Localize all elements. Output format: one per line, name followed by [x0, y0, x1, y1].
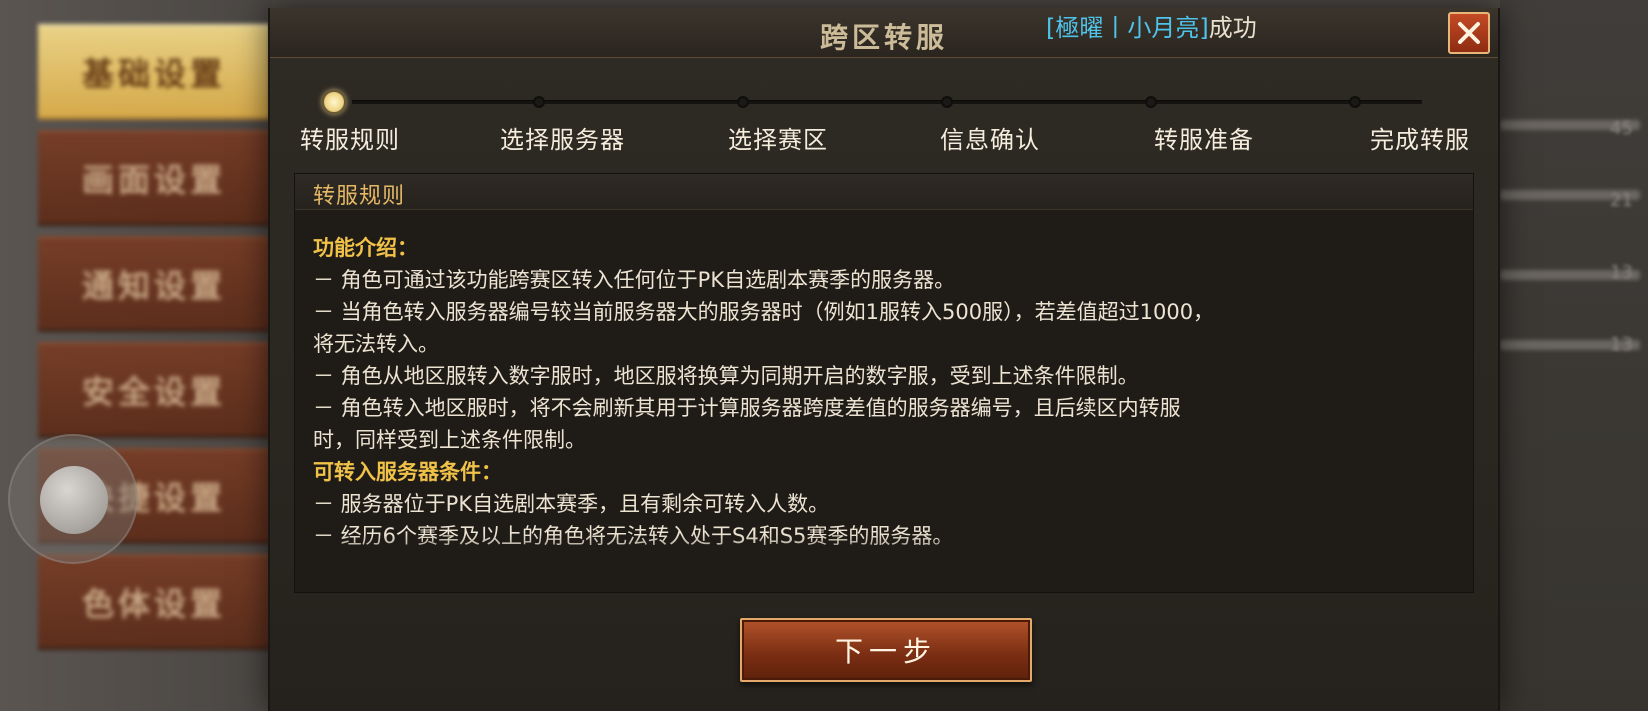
rule-line: － 服务器位于PK自选剧本赛季，且有剩余可转入人数。	[313, 492, 830, 516]
rule-line: － 角色转入地区服时，将不会刷新其用于计算服务器跨度差值的服务器编号，且后续区内…	[313, 396, 1181, 420]
step-dot	[737, 96, 749, 108]
next-step-button[interactable]: 下一步	[740, 618, 1032, 682]
step-label-select-region: 选择赛区	[728, 126, 828, 154]
background-number: 13	[1610, 262, 1633, 283]
settings-sidebar-background: 基础设置 画面设置 通知设置 安全设置 快捷设置 色体设置	[0, 0, 272, 711]
dialog-header: 跨区转服 [極曜丨小月亮]成功	[270, 8, 1498, 58]
rules-panel-title: 转服规则	[313, 184, 406, 209]
step-dot	[1145, 96, 1157, 108]
dialog-title: 跨区转服	[819, 21, 948, 54]
step-label-transfer-rules: 转服规则	[300, 126, 400, 154]
rule-line: － 角色可通过该功能跨赛区转入任何位于PK自选剧本赛季的服务器。	[313, 268, 956, 292]
step-dot	[1349, 96, 1361, 108]
rules-panel-header: 转服规则	[295, 174, 1473, 210]
step-label-confirm-info: 信息确认	[940, 126, 1040, 154]
step-dot	[533, 96, 545, 108]
step-dot-active	[322, 90, 346, 114]
sidebar-item-display-settings[interactable]: 画面设置	[38, 130, 270, 226]
rule-line: － 角色从地区服转入数字服时，地区服将换算为同期开启的数字服，受到上述条件限制。	[313, 364, 1139, 388]
sidebar-item-basic-settings[interactable]: 基础设置	[38, 24, 270, 120]
rule-line: 将无法转入。	[313, 332, 439, 356]
step-label-transfer-prepare: 转服准备	[1154, 126, 1254, 154]
step-dot	[941, 96, 953, 108]
background-number: 21	[1610, 190, 1633, 211]
joystick-knob[interactable]	[40, 466, 108, 534]
rule-line: 时，同样受到上述条件限制。	[313, 428, 586, 452]
background-right-panel	[1500, 0, 1648, 711]
section-title-transfer-conditions: 可转入服务器条件：	[313, 460, 502, 484]
sidebar-item-notification-settings[interactable]: 通知设置	[38, 236, 270, 332]
notification-message: 成功	[1208, 14, 1257, 42]
notification-player-name: [極曜丨小月亮]	[1046, 14, 1209, 42]
scroll-fade	[295, 534, 1473, 570]
sidebar-item-security-settings[interactable]: 安全设置	[38, 342, 270, 438]
game-screen: 基础设置 画面设置 通知设置 安全设置 快捷设置 色体设置 45 21 13 1…	[0, 0, 1648, 711]
close-icon	[1458, 22, 1480, 44]
server-transfer-dialog: 跨区转服 [極曜丨小月亮]成功 转服规则 选择服务器 选择赛区 信息确认 转服准…	[268, 8, 1500, 711]
rules-text: 功能介绍： － 角色可通过该功能跨赛区转入任何位于PK自选剧本赛季的服务器。 －…	[313, 232, 1463, 572]
sidebar-item-color-settings[interactable]: 色体设置	[38, 554, 270, 650]
section-title-feature-intro: 功能介绍：	[313, 236, 418, 260]
step-label-transfer-complete: 完成转服	[1370, 126, 1470, 154]
background-number: 13	[1610, 334, 1633, 355]
step-label-select-server: 选择服务器	[500, 126, 625, 154]
rules-panel[interactable]: 转服规则 功能介绍： － 角色可通过该功能跨赛区转入任何位于PK自选剧本赛季的服…	[294, 173, 1474, 593]
rule-line: － 当角色转入服务器编号较当前服务器大的服务器时（例如1服转入500服），若差值…	[313, 300, 1215, 324]
close-button[interactable]	[1448, 12, 1490, 54]
system-notification: [極曜丨小月亮]成功	[1046, 8, 1257, 43]
progress-track	[352, 100, 1422, 104]
background-number: 45	[1610, 118, 1633, 139]
